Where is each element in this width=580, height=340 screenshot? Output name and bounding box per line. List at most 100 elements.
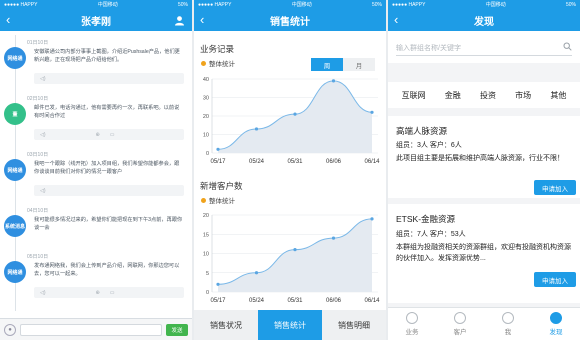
search-area: 输入群组名称/关键字	[388, 31, 580, 63]
tab-sales-stats[interactable]: 销售统计	[258, 310, 322, 340]
avatar[interactable]: 网络通	[4, 261, 26, 283]
add-user-icon[interactable]: ⊕	[96, 132, 100, 138]
legend-dot	[201, 60, 206, 66]
data-point	[293, 112, 297, 116]
search-icon[interactable]	[563, 42, 572, 53]
data-point	[370, 110, 374, 114]
category-market[interactable]: 市场	[515, 90, 531, 101]
join-button[interactable]: 申请加入	[534, 272, 576, 287]
input-bar: ● 发送	[0, 318, 192, 340]
carrier-text: ●●●●● HAPPY	[4, 1, 38, 8]
eye-icon	[550, 312, 562, 324]
battery-text: 50%	[371, 1, 382, 8]
send-button[interactable]: 发送	[166, 323, 188, 336]
business-icon	[406, 312, 418, 324]
group-meta: 组员：3人 客户：6人	[396, 142, 462, 149]
message-actions: ◁)	[34, 73, 184, 84]
speaker-icon[interactable]: ◁)	[40, 290, 46, 296]
battery-text: 50%	[565, 1, 576, 8]
y-tick-label: 40	[203, 77, 209, 83]
y-tick-label: 0	[206, 151, 209, 157]
tab-label: 我	[504, 329, 512, 336]
group-card[interactable]: 高端人脉资源 组员：3人 客户：6人 此项目组主要是拓展和维护高端人脉资源，行业…	[388, 116, 580, 198]
speaker-icon[interactable]: ◁)	[40, 188, 46, 194]
avatar[interactable]: 系统消息	[4, 215, 26, 237]
sales-stats-screen: ●●●●● HAPPY 中国移动 50% ‹ 销售统计 业务记录 整体统计 周 …	[194, 0, 386, 340]
series-area	[218, 218, 372, 292]
tab-label: 业务	[405, 329, 419, 336]
bottom-tabs: 销售状况 销售统计 销售明细	[194, 310, 386, 340]
category-other[interactable]: 其他	[550, 90, 566, 101]
message-list: 网络通 01日10日 安徽联通公司内部分事事上截图，介绍近Pushsale产品，…	[0, 31, 192, 318]
back-icon[interactable]: ‹	[6, 12, 10, 28]
x-tick-label: 06/06	[326, 298, 342, 304]
avatar[interactable]: 董	[4, 103, 26, 125]
tab-me[interactable]: 我	[484, 308, 532, 340]
nav-bar: ‹ 发现	[388, 9, 580, 31]
chart-legend: 整体统计	[201, 195, 235, 205]
search-input[interactable]: 输入群组名称/关键字	[396, 40, 572, 56]
x-tick-label: 05/24	[249, 298, 265, 304]
data-point	[216, 282, 220, 286]
join-button[interactable]: 申请加入	[534, 180, 576, 195]
bookmark-icon[interactable]: ▭	[110, 290, 115, 296]
group-description: 本群组为投融资相关的资源群组，欢迎有投融资机构资源的伙伴加入。发挥资源优势...	[396, 244, 571, 262]
add-user-icon[interactable]: ⊕	[96, 290, 100, 296]
chart-title: 业务记录	[200, 44, 235, 54]
y-tick-label: 20	[203, 213, 209, 219]
tab-customers[interactable]: 客户	[436, 308, 484, 340]
status-bar: ●●●●● HAPPY 中国移动 50%	[0, 0, 192, 9]
legend-dot	[201, 197, 206, 203]
stats-panel: 业务记录 整体统计 周 月 0 10 20 30 40 05/17 05/24 05/31 06…	[194, 31, 386, 310]
message-actions: ◁) ⊕ ▭	[34, 129, 184, 140]
x-tick-label: 05/31	[287, 159, 303, 165]
microphone-icon[interactable]: ●	[4, 323, 16, 336]
data-point	[254, 271, 259, 275]
group-title: 高端人脉资源	[396, 126, 448, 136]
x-tick-label: 06/14	[364, 298, 380, 304]
tab-discover[interactable]: 发现	[532, 308, 580, 340]
group-card[interactable]: ETSK-金融资源 组员：7人 客户：53人 本群组为投融资相关的资源群组，欢迎…	[388, 204, 580, 303]
series-area	[218, 80, 372, 153]
message-actions: ◁) ⊕ ▭	[34, 287, 184, 298]
nav-bar: ‹ 张孝刚	[0, 9, 192, 31]
category-investment[interactable]: 投资	[480, 90, 496, 101]
tab-sales-details[interactable]: 销售明细	[322, 310, 386, 340]
category-finance[interactable]: 金融	[445, 90, 461, 101]
data-point	[331, 236, 336, 240]
y-tick-label: 15	[203, 232, 209, 238]
category-filter: 互联网 金融 投资 市场 其他	[388, 82, 580, 108]
message-time: 03日10日	[27, 152, 49, 158]
category-internet[interactable]: 互联网	[402, 90, 426, 101]
group-meta: 组员：7人 客户：53人	[396, 231, 466, 238]
toggle-month[interactable]: 月	[343, 58, 375, 71]
x-tick-label: 05/31	[287, 298, 303, 304]
chart-title: 新增客户数	[200, 181, 243, 191]
avatar[interactable]: 网络通	[4, 159, 26, 181]
chat-screen: ●●●●● HAPPY 中国移动 50% ‹ 张孝刚 网络通 01日10日 安徽…	[0, 0, 192, 340]
period-toggle: 周 月	[311, 58, 375, 71]
message-text: 我吧一个跟踪（线开拓）加入项目组，我们希望你能都参会，跟你谈谈目前我们对你们的情…	[34, 161, 180, 175]
speaker-icon[interactable]: ◁)	[40, 132, 46, 138]
profile-icon[interactable]	[174, 13, 185, 31]
toggle-week[interactable]: 周	[311, 58, 343, 71]
bottom-tabs: 业务 客户 我 发现	[388, 307, 580, 340]
legend-label: 整体统计	[209, 61, 235, 68]
message-input[interactable]	[20, 323, 162, 336]
message-time: 04日10日	[27, 208, 49, 214]
status-bar: ●●●●● HAPPY 中国移动 50%	[194, 0, 386, 9]
page-title: 发现	[474, 16, 494, 28]
speaker-icon[interactable]: ◁)	[40, 76, 46, 82]
back-icon[interactable]: ‹	[200, 12, 204, 28]
x-tick-label: 06/14	[364, 159, 380, 165]
bookmark-icon[interactable]: ▭	[110, 132, 115, 138]
back-icon[interactable]: ‹	[394, 12, 398, 28]
business-records-chart: 0 10 20 30 40 05/17 05/24 05/31 06/06 06/14	[203, 77, 380, 165]
tab-sales-status[interactable]: 销售状况	[194, 310, 258, 340]
status-bar: ●●●●● HAPPY 中国移动 50%	[388, 0, 580, 9]
tab-business[interactable]: 业务	[388, 308, 436, 340]
group-description: 此项目组主要是拓展和维护高端人脉资源，行业不限！	[396, 155, 564, 162]
message-text: 安徽联通公司内部分事事上截图，介绍近Pushsale产品，他们更新兴趣，正在现场…	[34, 49, 180, 63]
avatar[interactable]: 网络通	[4, 47, 26, 69]
x-tick-label: 05/24	[249, 159, 265, 165]
